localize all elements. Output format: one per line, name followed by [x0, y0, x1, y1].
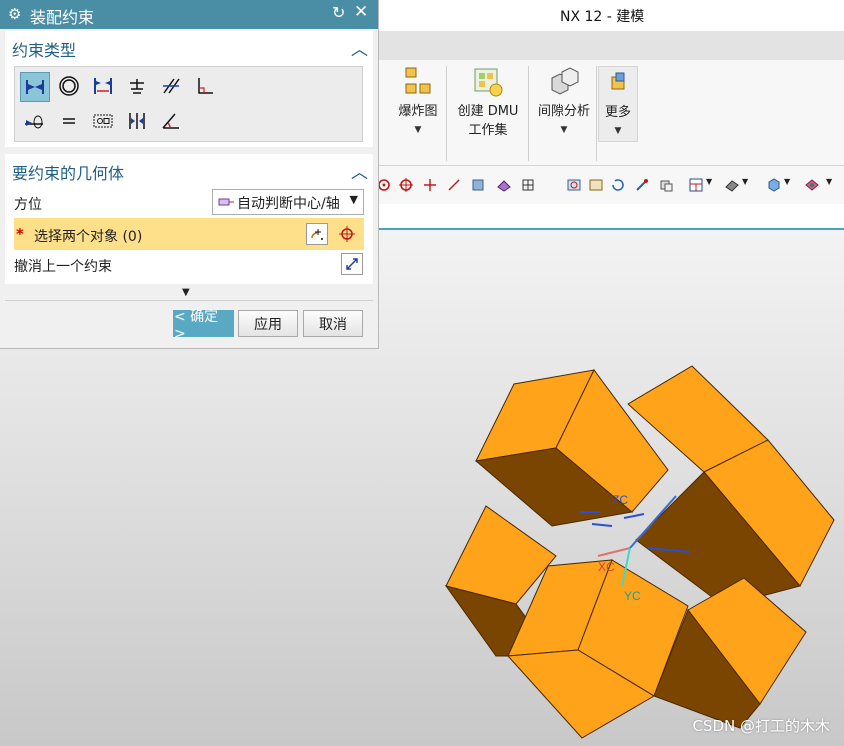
more-label: 更多	[604, 105, 631, 120]
axis-icon	[218, 198, 234, 206]
gear-icon[interactable]: ⚙	[8, 5, 21, 23]
section-title: 约束类型	[12, 41, 77, 60]
crosshair-circle-icon[interactable]	[398, 177, 414, 193]
yc-label: YC	[624, 589, 641, 603]
filter-select-icon[interactable]	[804, 177, 820, 193]
chevron-down-icon[interactable]: ▼	[742, 177, 752, 193]
perspective-icon[interactable]	[658, 177, 674, 193]
ok-button[interactable]: < 确定 >	[173, 309, 234, 342]
undo-constraint-label: 撤消上一个约束	[14, 259, 112, 275]
constraint-type-grid	[14, 66, 363, 142]
create-dmu-workset-button[interactable]: 创建 DMU 工作集	[452, 66, 524, 140]
align-lock-icon[interactable]	[20, 107, 48, 135]
clearance-analysis-label: 间隙分析	[537, 104, 590, 119]
status-strip	[378, 204, 844, 230]
exploded-view-label: 爆炸图	[398, 104, 438, 119]
chevron-down-icon: ▼	[614, 126, 622, 136]
chevron-down-icon[interactable]: ▼	[784, 177, 794, 193]
select-objects-label: 选择两个对象 (0)	[34, 229, 143, 245]
chevron-down-icon: ▼	[349, 193, 358, 206]
expand-more-icon[interactable]: ▼	[182, 287, 190, 298]
chevron-down-icon[interactable]: ▼	[826, 177, 836, 193]
section-title: 要约束的几何体	[12, 164, 125, 183]
rotate-view-icon[interactable]	[610, 177, 626, 193]
ribbon-tab-strip	[378, 31, 844, 61]
concentric-icon[interactable]	[55, 72, 83, 100]
watermark: CSDN @打工的木木	[692, 717, 830, 735]
zc-label: ZC	[612, 493, 628, 507]
plus-point-icon[interactable]	[422, 177, 438, 193]
distance-icon[interactable]	[89, 72, 117, 100]
xc-axis	[597, 547, 631, 557]
perpendicular-icon[interactable]	[191, 72, 219, 100]
more-button[interactable]: 更多 ▼	[598, 66, 638, 142]
dialog-title: 装配约束	[30, 8, 95, 27]
reset-icon[interactable]: ↻	[332, 3, 345, 22]
required-icon: *	[16, 225, 24, 243]
cancel-button[interactable]: 取消	[303, 310, 363, 337]
zoom-view-icon[interactable]	[588, 177, 604, 193]
view-layout-icon[interactable]	[688, 177, 704, 193]
shaded-cube-icon[interactable]	[766, 177, 782, 193]
chevron-down-icon: ▼	[414, 125, 422, 135]
orientation-value: 自动判断中心/轴	[237, 196, 340, 212]
fit-view-icon[interactable]	[566, 177, 582, 193]
equal-icon[interactable]	[55, 107, 83, 135]
touch-align-icon[interactable]	[20, 72, 50, 102]
create-dmu-label: 创建 DMU	[457, 104, 519, 119]
geometry-header[interactable]: 要约束的几何体 ︿	[5, 154, 373, 184]
undo-constraint-row: 撤消上一个约束	[14, 250, 364, 280]
crosshair-icon[interactable]	[336, 223, 358, 245]
exploded-view-icon	[402, 66, 434, 98]
constraint-type-header[interactable]: 约束类型 ︿	[5, 31, 373, 61]
selection-toolbar: ▼ ▼ ▼ ▼	[378, 166, 844, 204]
more-icon	[602, 67, 634, 99]
app-title: NX 12 - 建模	[560, 9, 645, 25]
close-icon[interactable]: ✕	[354, 2, 368, 22]
render-style-icon[interactable]	[724, 177, 740, 193]
face-select-icon[interactable]	[496, 177, 512, 193]
dmu-workset-icon	[472, 66, 504, 98]
orientation-label: 方位	[14, 197, 42, 213]
orientation-select[interactable]: 自动判断中心/轴 ▼	[212, 189, 364, 215]
select-objects-row[interactable]: * 选择两个对象 (0)	[14, 218, 364, 250]
xc-label: XC	[598, 560, 615, 574]
fit-icon[interactable]	[89, 107, 117, 135]
chevron-down-icon: ▼	[560, 125, 568, 135]
clearance-analysis-icon	[548, 66, 580, 98]
apply-button[interactable]: 应用	[238, 310, 298, 337]
line-point-icon[interactable]	[446, 177, 462, 193]
add-objects-button[interactable]	[306, 223, 328, 245]
surface-point-icon[interactable]	[470, 177, 486, 193]
chevron-up-icon[interactable]: ︿	[351, 35, 368, 60]
dialog-titlebar[interactable]: ⚙ 装配约束 ↻ ✕	[0, 0, 378, 29]
ribbon: 爆炸图 ▼ 创建 DMU 工作集 间隙分析 ▼ 更多 ▼	[378, 60, 844, 166]
pan-view-icon[interactable]	[634, 177, 650, 193]
grid-select-icon[interactable]	[520, 177, 536, 193]
assembly-constraints-dialog: ⚙ 装配约束 ↻ ✕ 约束类型 ︿ 要约束的几何体 ︿ 方位 自动判断中心/轴 …	[0, 0, 379, 349]
parallel-icon[interactable]	[157, 72, 185, 100]
chevron-up-icon[interactable]: ︿	[351, 158, 368, 183]
undo-constraint-button[interactable]	[341, 253, 363, 275]
fix-icon[interactable]	[123, 72, 151, 100]
clearance-analysis-button[interactable]: 间隙分析 ▼	[532, 66, 596, 140]
angle-icon[interactable]	[157, 107, 185, 135]
chevron-down-icon[interactable]: ▼	[706, 177, 716, 193]
exploded-view-button[interactable]: 爆炸图 ▼	[394, 66, 442, 140]
center-icon[interactable]	[123, 107, 151, 135]
workset-label: 工作集	[468, 123, 508, 138]
